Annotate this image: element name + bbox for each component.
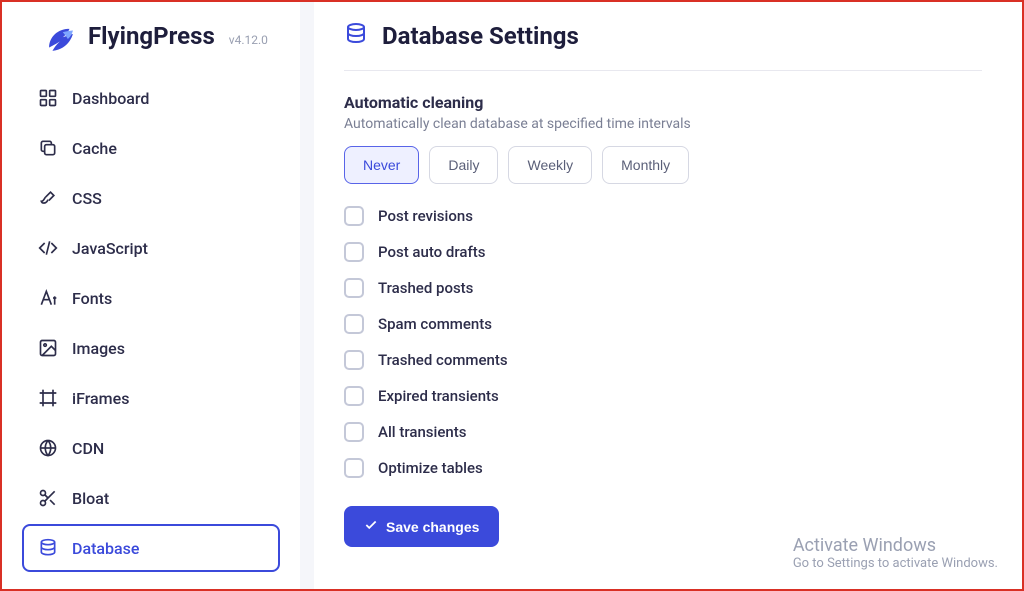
database-icon xyxy=(344,22,368,50)
sidebar-item-label: iFrames xyxy=(72,389,129,408)
frequency-option-monthly[interactable]: Monthly xyxy=(602,146,689,184)
section-automatic-cleaning: Automatic cleaning Automatically clean d… xyxy=(344,93,982,547)
sidebar-item-cache[interactable]: Cache xyxy=(22,124,280,172)
sidebar-item-bloat[interactable]: Bloat xyxy=(22,474,280,522)
checkbox[interactable] xyxy=(344,422,364,442)
check-label: Trashed comments xyxy=(378,351,508,369)
checkbox[interactable] xyxy=(344,386,364,406)
brand-row: FlyingPress v4.12.0 xyxy=(2,22,300,74)
brush-icon xyxy=(38,188,58,208)
check-row-trashed-posts: Trashed posts xyxy=(344,278,982,298)
checkbox[interactable] xyxy=(344,242,364,262)
section-title: Automatic cleaning xyxy=(344,93,982,112)
main-panel: Database Settings Automatic cleaning Aut… xyxy=(314,2,1022,589)
sidebar-item-iframes[interactable]: iFrames xyxy=(22,374,280,422)
brand-name: FlyingPress xyxy=(88,22,215,50)
sidebar-item-fonts[interactable]: Fonts xyxy=(22,274,280,322)
section-description: Automatically clean database at specifie… xyxy=(344,116,982,132)
check-row-post-revisions: Post revisions xyxy=(344,206,982,226)
checkbox[interactable] xyxy=(344,314,364,334)
check-label: Optimize tables xyxy=(378,459,483,477)
sidebar-item-label: Fonts xyxy=(72,289,112,308)
sidebar-item-label: JavaScript xyxy=(72,239,148,258)
checkbox[interactable] xyxy=(344,278,364,298)
grid-icon xyxy=(38,88,58,108)
check-label: Post revisions xyxy=(378,207,473,225)
check-label: Expired transients xyxy=(378,387,499,405)
check-row-expired-transients: Expired transients xyxy=(344,386,982,406)
checkbox[interactable] xyxy=(344,350,364,370)
sidebar-item-label: Images xyxy=(72,339,125,358)
sidebar-item-javascript[interactable]: JavaScript xyxy=(22,224,280,272)
sidebar-nav: Dashboard Cache CSS JavaScript xyxy=(2,74,300,572)
globe-icon xyxy=(38,438,58,458)
check-label: Spam comments xyxy=(378,315,492,333)
check-row-post-auto-drafts: Post auto drafts xyxy=(344,242,982,262)
page-title: Database Settings xyxy=(382,22,579,50)
sidebar-item-label: Cache xyxy=(72,139,117,158)
check-row-trashed-comments: Trashed comments xyxy=(344,350,982,370)
sidebar-item-label: CDN xyxy=(72,439,104,458)
sidebar-item-label: Database xyxy=(72,539,139,558)
save-button-label: Save changes xyxy=(386,519,479,535)
frequency-option-weekly[interactable]: Weekly xyxy=(508,146,592,184)
frame-icon xyxy=(38,388,58,408)
sidebar-item-label: Bloat xyxy=(72,489,109,508)
code-icon xyxy=(38,238,58,258)
font-icon xyxy=(38,288,58,308)
check-icon xyxy=(364,518,378,535)
check-label: Post auto drafts xyxy=(378,243,486,261)
sidebar-item-database[interactable]: Database xyxy=(22,524,280,572)
checkbox[interactable] xyxy=(344,206,364,226)
check-row-all-transients: All transients xyxy=(344,422,982,442)
cleaning-checklist: Post revisions Post auto drafts Trashed … xyxy=(344,206,982,478)
sidebar-item-images[interactable]: Images xyxy=(22,324,280,372)
frequency-option-daily[interactable]: Daily xyxy=(429,146,498,184)
sidebar-item-label: Dashboard xyxy=(72,89,149,108)
save-changes-button[interactable]: Save changes xyxy=(344,506,499,547)
copy-icon xyxy=(38,138,58,158)
sidebar-item-cdn[interactable]: CDN xyxy=(22,424,280,472)
brand-version: v4.12.0 xyxy=(229,33,268,47)
check-label: Trashed posts xyxy=(378,279,473,297)
frequency-option-never[interactable]: Never xyxy=(344,146,419,184)
sidebar-item-label: CSS xyxy=(72,189,102,208)
sidebar-item-css[interactable]: CSS xyxy=(22,174,280,222)
check-row-spam-comments: Spam comments xyxy=(344,314,982,334)
brand-logo-icon xyxy=(44,22,78,56)
sidebar-item-dashboard[interactable]: Dashboard xyxy=(22,74,280,122)
database-icon xyxy=(38,538,58,558)
page-header: Database Settings xyxy=(344,22,982,71)
check-label: All transients xyxy=(378,423,466,441)
frequency-group: Never Daily Weekly Monthly xyxy=(344,146,982,184)
image-icon xyxy=(38,338,58,358)
checkbox[interactable] xyxy=(344,458,364,478)
sidebar: FlyingPress v4.12.0 Dashboard Cache xyxy=(2,2,300,589)
scissors-icon xyxy=(38,488,58,508)
check-row-optimize-tables: Optimize tables xyxy=(344,458,982,478)
